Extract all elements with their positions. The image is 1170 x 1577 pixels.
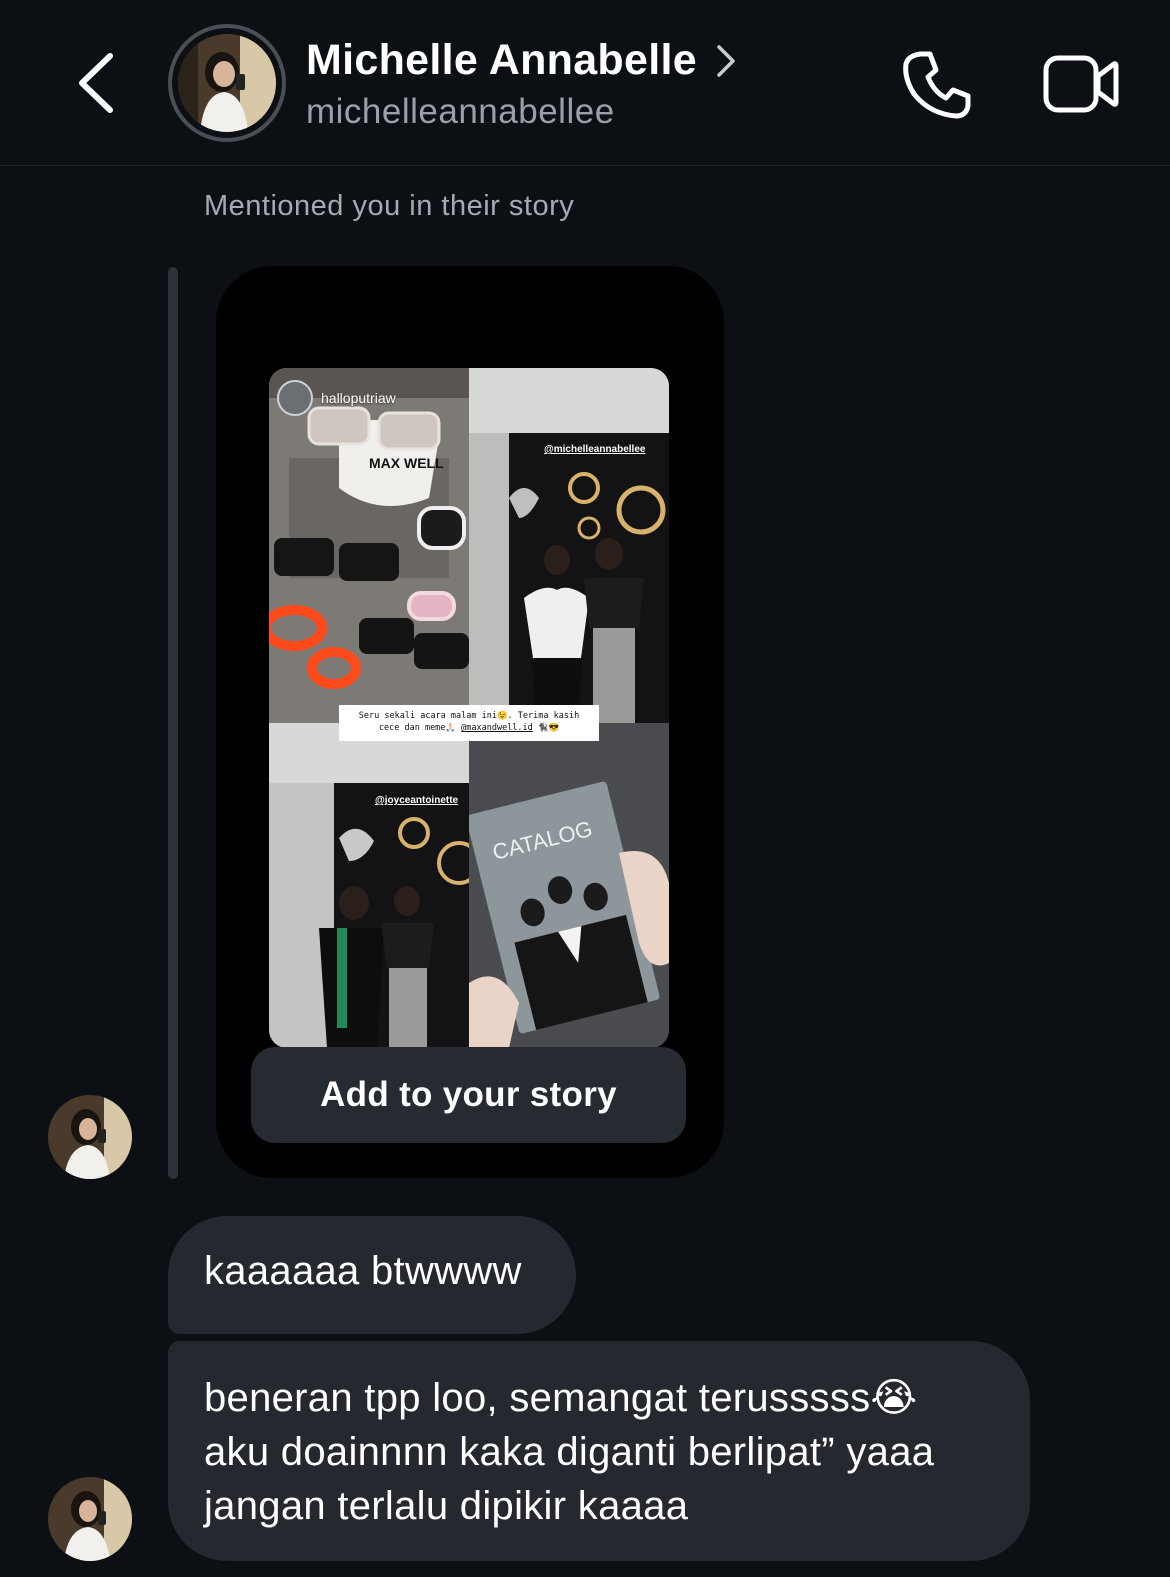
message-text: kaaaaaa btwwww — [204, 1249, 522, 1293]
hat-text: MAX WELL — [369, 455, 444, 471]
chevron-left-icon — [79, 53, 113, 113]
chevron-right-icon — [717, 44, 735, 77]
message-line-1: beneran tpp loo, semangat terusssss😭 — [204, 1376, 918, 1420]
add-to-story-button[interactable]: Add to your story — [251, 1047, 686, 1143]
caption-line-2-prefix: cece dan meme🙏🏻 — [378, 723, 457, 733]
caption-mention: @maxandwell.id — [461, 723, 533, 733]
sender-avatar[interactable] — [48, 1477, 132, 1561]
contact-username: michelleannabellee — [306, 92, 615, 131]
story-mention-card[interactable]: MAX WELL halloputriaw @michelleannabelle… — [216, 266, 724, 1178]
story-poster: halloputriaw — [277, 380, 396, 416]
story-tag-joyce: @joyceantoinette — [375, 795, 459, 806]
story-caption: Seru sekali acara malam ini😉. Terima kas… — [339, 705, 599, 741]
story-poster-name: halloputriaw — [321, 390, 396, 406]
story-mention-note: Mentioned you in their story — [204, 190, 575, 222]
catalog-photo: CATALOG — [469, 723, 669, 1048]
message-line-3: jangan terlalu dipikir kaaaa — [204, 1484, 689, 1528]
video-camera-icon — [1043, 55, 1119, 113]
audio-call-button[interactable] — [900, 48, 974, 122]
message-bubble[interactable]: kaaaaaa btwwww — [168, 1216, 576, 1334]
video-call-button[interactable] — [1042, 52, 1120, 116]
story-tag-michelle: @michelleannabellee — [544, 444, 646, 455]
phone-icon — [903, 51, 971, 119]
contact-name-row[interactable]: Michelle Annabelle — [306, 36, 737, 85]
chat-header: Michelle Annabelle michelleannabellee — [0, 0, 1170, 166]
sunglasses-photo: MAX WELL halloputriaw — [269, 368, 469, 723]
profile-avatar[interactable] — [168, 24, 286, 142]
event-photo-2: @joyceantoinette — [269, 723, 469, 1048]
message-line-2: aku doainnnn kaka diganti berlipat” yaaa — [204, 1430, 935, 1474]
message-bubble[interactable]: beneran tpp loo, semangat terusssss😭 aku… — [168, 1341, 1030, 1561]
story-preview[interactable]: MAX WELL halloputriaw @michelleannabelle… — [269, 368, 669, 1048]
story-reply-bar — [168, 267, 178, 1179]
event-photo-1: @michelleannabellee — [469, 368, 669, 723]
contact-name: Michelle Annabelle — [306, 36, 697, 84]
story-poster-avatar — [277, 380, 313, 416]
avatar-image — [178, 34, 276, 132]
back-button[interactable] — [70, 48, 130, 118]
caption-line-1: Seru sekali acara malam ini😉. Terima kas… — [358, 711, 580, 721]
caption-line-2-suffix: 🐈‍⬛😎 — [537, 723, 560, 733]
sender-avatar[interactable] — [48, 1095, 132, 1179]
